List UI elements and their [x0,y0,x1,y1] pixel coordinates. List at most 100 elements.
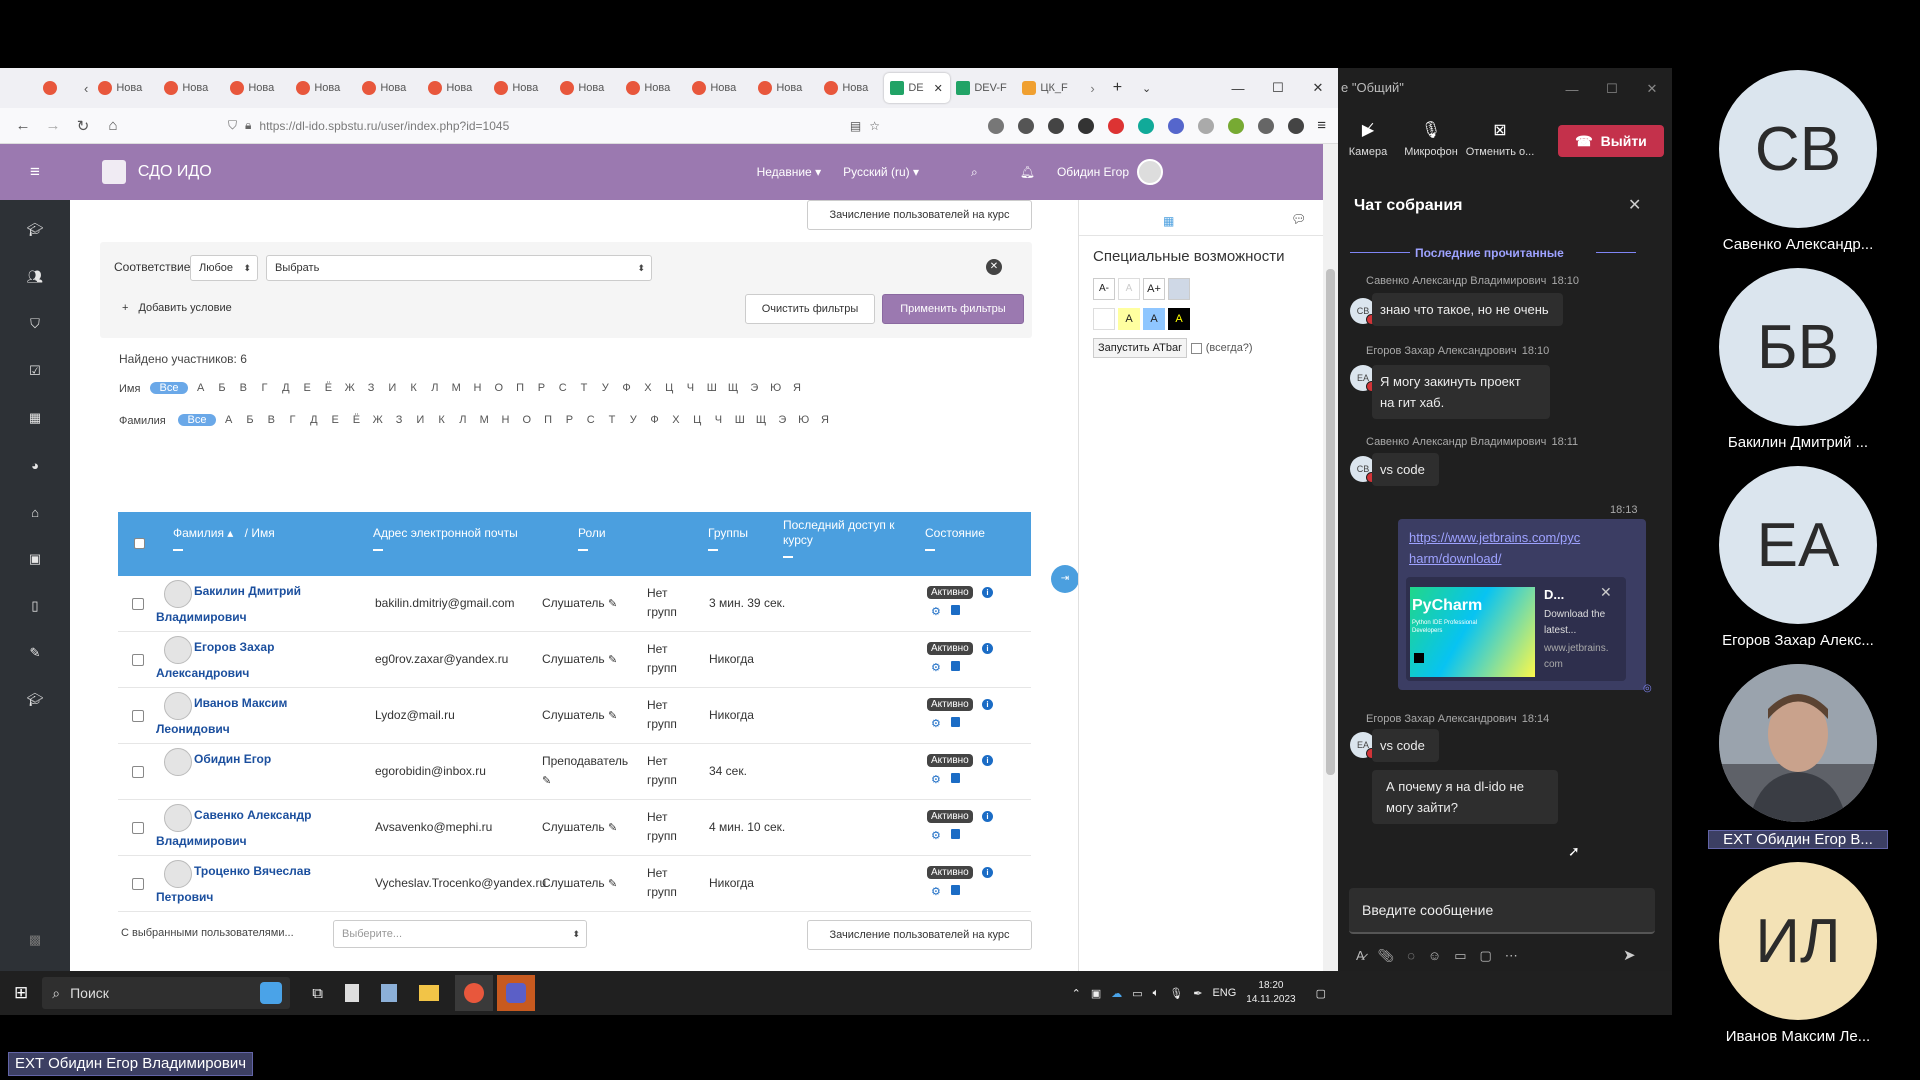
microphone-icon[interactable]: 🎙︎ [1169,987,1183,1000]
tab[interactable]: Нова [158,73,224,103]
first-initial-letter[interactable]: Н [467,382,488,394]
first-initial-letter[interactable]: В [233,382,254,394]
list-tabs-icon[interactable]: ⌄ [1142,82,1151,95]
first-initial-letter[interactable]: Т [573,382,594,394]
gear-icon[interactable]: ⚙ [931,717,941,730]
tab[interactable]: Нова [422,73,488,103]
first-initial-letter[interactable]: Ф [616,382,637,394]
last-initial-letter[interactable]: Ё [346,414,367,426]
pencil-icon[interactable]: ✎ [608,710,617,722]
first-initial-all[interactable]: Все [150,382,188,394]
calendar-icon[interactable]: ▣ [25,549,45,569]
download-icon[interactable] [1048,117,1065,134]
column-roles[interactable]: Роли [578,526,606,551]
trash-icon[interactable] [951,829,960,839]
firefox-view-icon[interactable] [38,73,62,103]
apply-filters-button[interactable]: Применить фильтры [882,294,1024,324]
last-initial-letter[interactable]: Е [324,414,345,426]
link-preview-card[interactable]: PyCharm Python IDE Professional Develope… [1406,577,1626,681]
participant-avatar[interactable]: ИЛ [1719,862,1877,1020]
last-initial-letter[interactable]: Х [665,414,686,426]
last-initial-letter[interactable]: О [516,414,537,426]
display-icon[interactable]: ▭ [1132,987,1142,1000]
gear-icon[interactable]: ⚙ [931,773,941,786]
color-yellow-button[interactable]: A [1118,308,1140,330]
calculator-icon[interactable] [380,984,397,1002]
close-icon[interactable]: ✕ [1298,73,1338,103]
first-initial-letter[interactable]: К [403,382,424,394]
extension-icon[interactable] [1198,117,1215,134]
close-icon[interactable]: ✕ [1632,74,1672,104]
tab[interactable]: DEV-F [950,73,1016,103]
first-initial-letter[interactable]: З [360,382,381,394]
last-initial-letter[interactable]: И [410,414,431,426]
info-icon[interactable]: i [982,755,993,766]
user-name-link[interactable]: Егоров Захар Александрович [156,634,326,686]
trash-icon[interactable] [951,773,960,783]
pencil-icon[interactable]: ✎ [608,878,617,890]
new-tab-icon[interactable]: + [1113,79,1122,97]
first-initial-letter[interactable]: Р [531,382,552,394]
language-indicator[interactable]: ENG [1212,987,1236,999]
language-menu[interactable]: Русский (ru) ▾ [843,165,919,179]
firefox-taskbar-icon[interactable] [454,975,493,1011]
pencil-icon[interactable]: ✎ [542,775,551,787]
last-initial-letter[interactable]: Б [239,414,260,426]
first-initial-letter[interactable]: У [595,382,616,394]
row-checkbox[interactable] [132,654,144,666]
participant-avatar[interactable]: БВ [1719,268,1877,426]
gear-icon[interactable]: ⚙ [931,661,941,674]
column-status[interactable]: Состояние [925,526,985,551]
last-initial-letter[interactable]: А [218,414,239,426]
grid-icon[interactable]: ▩ [25,930,45,950]
last-initial-letter[interactable]: Ц [687,414,708,426]
last-initial-letter[interactable]: Р [559,414,580,426]
task-view-icon[interactable]: ⧉ [312,985,323,1002]
first-initial-letter[interactable]: О [488,382,509,394]
row-checkbox[interactable] [132,710,144,722]
shield-icon[interactable]: ⛉ [25,314,45,334]
first-initial-letter[interactable]: А [190,382,211,394]
info-icon[interactable]: i [982,643,993,654]
user-name-link[interactable]: Бакилин Дмитрий Владимирович [156,578,326,630]
first-initial-letter[interactable]: Ж [339,382,360,394]
last-initial-letter[interactable]: П [537,414,558,426]
tab-active[interactable]: DE ✕ [884,73,951,103]
leave-button[interactable]: ☎ Выйти [1558,125,1664,157]
chevron-up-icon[interactable]: ⌃ [1072,987,1081,1000]
first-initial-letter[interactable]: П [509,382,530,394]
extension-icon[interactable] [1168,117,1185,134]
notifications-icon[interactable]: ▢ [1316,987,1326,1000]
last-initial-letter[interactable]: Д [303,414,324,426]
trash-icon[interactable] [951,717,960,727]
puzzle-icon[interactable] [1258,117,1275,134]
maximize-icon[interactable]: ☐ [1258,73,1298,103]
checklist-icon[interactable]: ☑ [25,361,45,381]
minimize-icon[interactable]: — [1552,74,1592,104]
graduation-cap-icon[interactable]: 🎓︎ [25,690,45,710]
last-initial-letter[interactable]: Ч [708,414,729,426]
forward-icon[interactable]: → [38,111,68,141]
bell-icon[interactable]: 🔔︎ [1020,165,1035,179]
atbar-button[interactable]: Запустить ATbar [1093,338,1187,358]
close-preview-icon[interactable]: ✕ [1600,584,1612,601]
page-scrollbar[interactable] [1323,144,1338,971]
taskbar-search[interactable]: ⌕ Поиск [42,977,291,1009]
last-initial-letter[interactable]: К [431,414,452,426]
last-initial-letter[interactable]: Ю [793,414,814,426]
recent-menu[interactable]: Недавние ▾ [757,165,822,179]
last-initial-letter[interactable]: Ш [729,414,750,426]
info-icon[interactable]: i [982,867,993,878]
last-initial-letter[interactable]: М [474,414,495,426]
tab[interactable]: Нова [686,73,752,103]
gear-icon[interactable]: ⚙ [931,605,941,618]
atbar-always-checkbox[interactable] [1190,342,1202,354]
user-name-link[interactable]: Савенко Александр Владимирович [156,802,326,854]
first-initial-letter[interactable]: М [446,382,467,394]
column-groups[interactable]: Группы [708,526,748,551]
last-initial-all[interactable]: Все [178,414,216,426]
first-initial-letter[interactable]: Д [275,382,296,394]
first-initial-letter[interactable]: Л [424,382,445,394]
last-initial-letter[interactable]: У [623,414,644,426]
users-icon[interactable]: 👥︎ [25,267,45,287]
